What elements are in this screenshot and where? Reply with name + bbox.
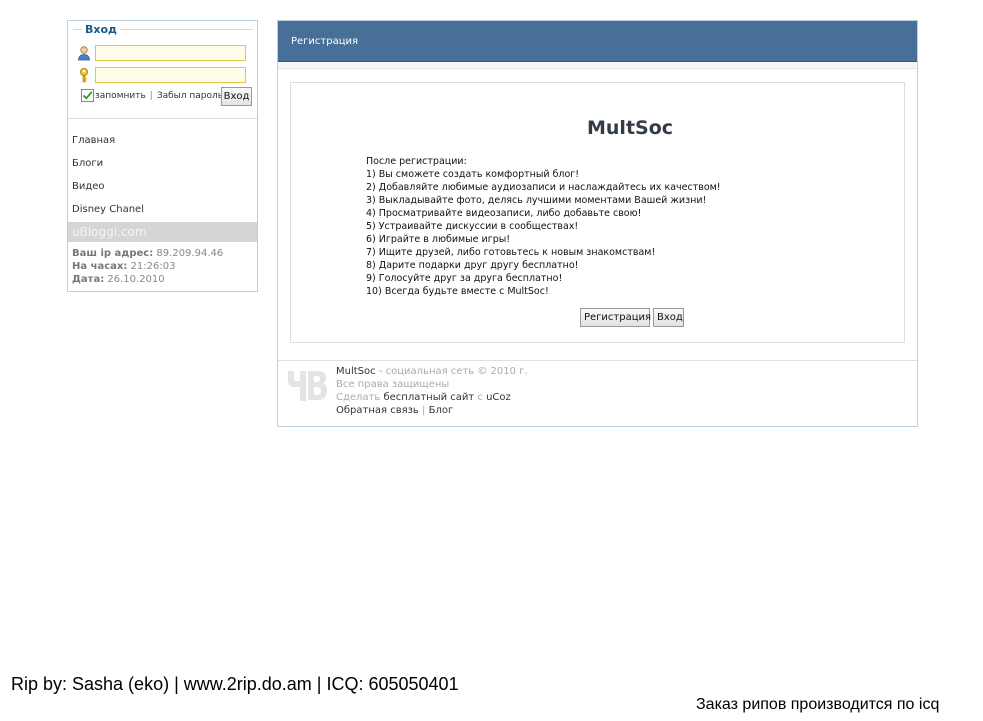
user-icon [76,45,92,61]
main-panel: Регистрация MultSoc После регистрации: 1… [277,20,918,427]
copyright-text: - социальная сеть © 2010 г. [375,366,528,377]
forgot-password-link[interactable]: Забыл пароль [157,91,223,101]
enter-button[interactable]: Вход [653,308,684,327]
registration-content: MultSoc После регистрации: 1) Вы сможете… [290,82,905,343]
order-caption: Заказ рипов производится по icq [696,696,940,713]
time-value: 21:26:03 [130,261,176,272]
panel-title: Регистрация [291,36,359,47]
benefit-item: 5) Устраивайте дискуссии в сообществах! [366,221,579,232]
key-icon [76,67,92,83]
ip-value: 89.209.94.46 [156,248,224,259]
blog-link[interactable]: Блог [429,405,454,416]
with-label: с [474,392,487,403]
free-site-link[interactable]: бесплатный сайт [383,392,474,403]
benefit-item: 2) Добавляйте любимые аудиозаписи и насл… [366,182,721,193]
benefit-item: 7) Ищите друзей, либо готовьтесь к новым… [366,247,656,258]
divider [68,118,257,119]
benefit-item: 3) Выкладывайте фото, делясь лучшими мом… [366,195,707,206]
footer-divider [278,360,917,361]
ip-row: Ваш ip адрес: 89.209.94.46 [72,247,223,260]
ucoz-link[interactable]: uCoz [486,392,511,403]
benefit-item: 1) Вы сможете создать комфортный блог! [366,169,580,180]
sidebar-nav: Главная Блоги Видео Disney Chanel [68,129,257,221]
remember-row: запомнить | Забыл пароль [81,89,223,102]
benefits-text: После регистрации: 1) Вы сможете создать… [366,155,721,298]
user-info: Ваш ip адрес: 89.209.94.46 На часах: 21:… [72,247,223,286]
login-button[interactable]: Вход [221,87,252,106]
separator: | [149,90,153,101]
benefit-item: 9) Голосуйте друг за друга бесплатно! [366,273,563,284]
nav-item-disney-chanel[interactable]: Disney Chanel [68,198,257,221]
ucoz-logo-icon [284,367,328,410]
rights-text: Все права защищены [336,379,450,390]
make-label: Сделать [336,392,384,403]
benefit-item: 4) Просматривайте видеозаписи, либо доба… [366,208,642,219]
date-value: 26.10.2010 [107,274,165,285]
sidebar: Вход запомнить | Забыл пароль Вход Главн… [67,20,258,292]
header-strip [278,62,917,69]
benefit-item: 10) Всегда будьте вместе с MultSoc! [366,286,549,297]
username-input[interactable] [95,45,246,61]
login-title: Вход [82,23,120,36]
remember-label[interactable]: запомнить [95,91,146,101]
footer: MultSoc - социальная сеть © 2010 г. Все … [336,365,561,417]
time-label: На часах: [72,261,128,272]
site-title: MultSoc [587,117,674,139]
nav-item-home[interactable]: Главная [68,129,257,152]
feedback-link[interactable]: Обратная связь [336,405,419,416]
benefits-intro: После регистрации: [366,156,467,167]
nav-item-blogs[interactable]: Блоги [68,152,257,175]
date-row: Дата: 26.10.2010 [72,273,223,286]
remember-checkbox[interactable] [81,89,94,102]
footer-line-4: | Блог [422,405,453,416]
password-input[interactable] [95,67,246,83]
nav-item-video[interactable]: Видео [68,175,257,198]
brand-banner[interactable]: uBloggi.com [68,222,257,242]
ip-label: Ваш ip адрес: [72,248,154,259]
register-button[interactable]: Регистрация [580,308,651,327]
panel-header: Регистрация [278,21,917,62]
site-link[interactable]: MultSoc [336,366,376,377]
footer-line-1: MultSoc - социальная сеть © 2010 г. [336,365,561,378]
rip-caption: Rip by: Sasha (eko) | www.2rip.do.am | I… [11,674,459,694]
login-form: Вход запомнить | Забыл пароль Вход [73,23,253,116]
check-icon [82,91,93,100]
date-label: Дата: [72,274,105,285]
benefit-item: 6) Играйте в любимые игры! [366,234,511,245]
time-row: На часах: 21:26:03 [72,260,223,273]
benefit-item: 8) Дарите подарки друг другу бесплатно! [366,260,579,271]
